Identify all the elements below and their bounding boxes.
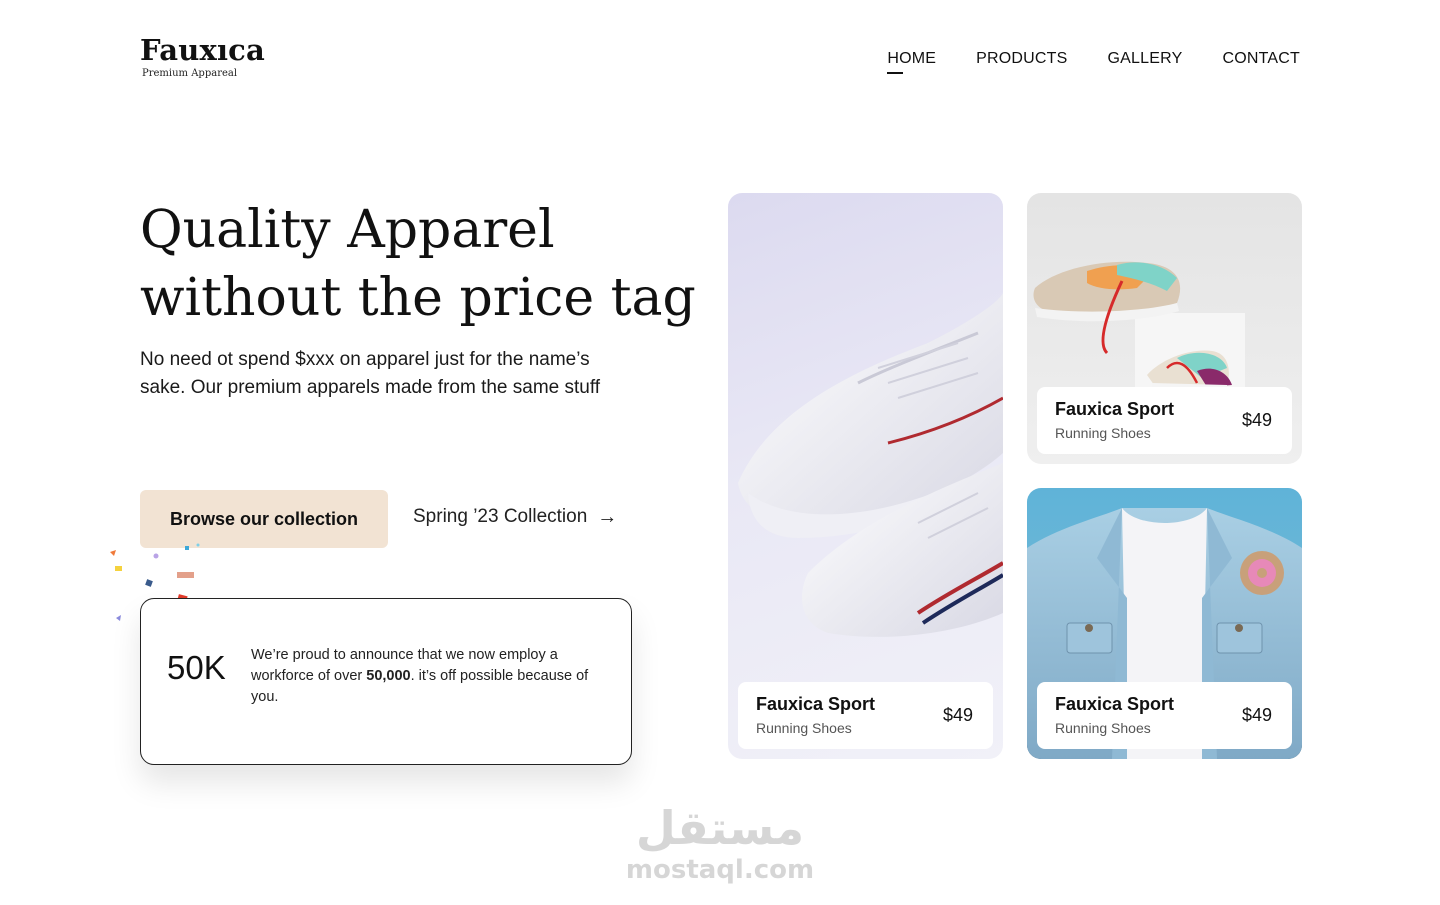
product-price: $49 <box>942 705 973 725</box>
spring-collection-label: Spring ’23 Collection <box>413 506 588 527</box>
product-price: $49 <box>1241 705 1272 725</box>
stat-text-bold: 50,000 <box>366 668 411 684</box>
watermark: مستقل mostaql.com <box>0 800 1440 884</box>
spring-collection-link[interactable]: Spring ’23 Collection → <box>413 506 617 528</box>
brand-name: Fauxıca <box>140 33 266 67</box>
product-info: Fauxica Sport Running Shoes $49 <box>738 682 993 749</box>
nav-item-contact[interactable]: CONTACT <box>1222 50 1300 68</box>
hero-title-line-2: without the price tag <box>140 268 696 328</box>
arrow-right-icon: → <box>597 506 618 528</box>
product-card-denim-jacket[interactable]: Fauxica Sport Running Shoes $49 <box>1027 488 1302 759</box>
brand-logo[interactable]: Fauxıca Premium Appareal <box>140 33 266 80</box>
product-price: $49 <box>1241 410 1272 430</box>
stat-text: We’re proud to announce that we now empl… <box>251 645 611 708</box>
watermark-arabic: مستقل <box>635 801 805 855</box>
nav-item-products[interactable]: PRODUCTS <box>976 50 1067 68</box>
product-info: Fauxica Sport Running Shoes $49 <box>1037 387 1292 454</box>
product-info: Fauxica Sport Running Shoes $49 <box>1037 682 1292 749</box>
stat-number: 50K <box>167 649 226 686</box>
product-card-sneakers[interactable]: Fauxica Sport Running Shoes $49 <box>728 193 1003 759</box>
nav-item-home[interactable]: HOME <box>887 50 936 74</box>
hero-title-line-1: Quality Apparel <box>140 200 555 260</box>
hero-description: No need ot spend $xxx on apparel just fo… <box>140 349 601 398</box>
hero-title: Quality Apparel without the price tag <box>140 196 700 332</box>
product-card-running-shoes[interactable]: Fauxica Sport Running Shoes $49 <box>1027 193 1302 464</box>
nav-item-gallery[interactable]: GALLERY <box>1108 50 1183 68</box>
white-sneakers-image <box>738 293 1003 637</box>
watermark-latin: mostaql.com <box>625 855 815 885</box>
stat-card: 50K We’re proud to announce that we now … <box>140 598 632 765</box>
brand-tagline: Premium Appareal <box>142 68 238 79</box>
main-nav: HOME PRODUCTS GALLERY CONTACT <box>887 50 1300 74</box>
